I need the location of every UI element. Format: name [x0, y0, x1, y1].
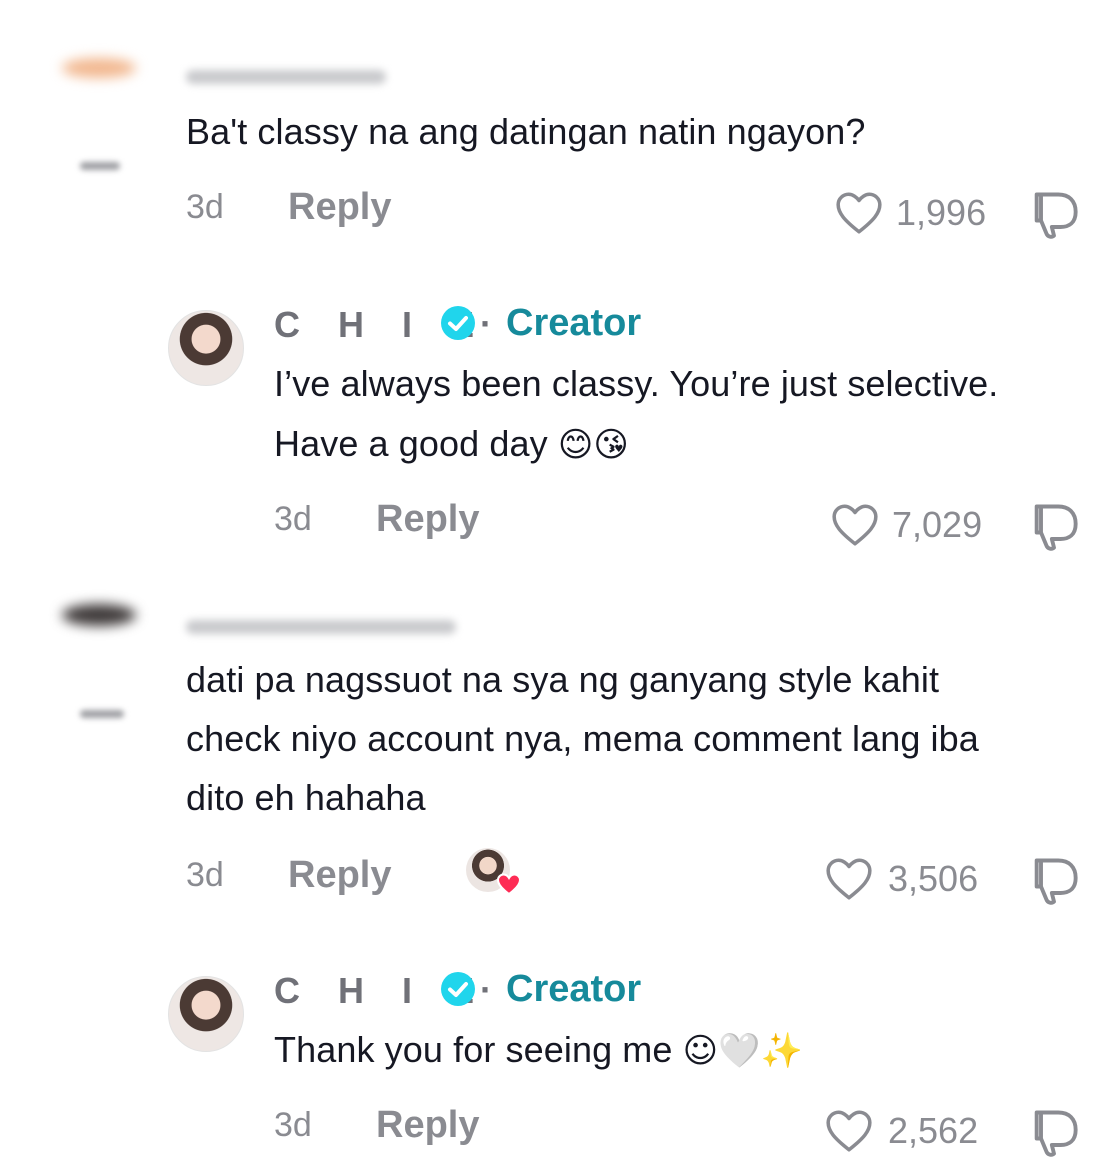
thumbs-down-icon[interactable]: [1028, 854, 1080, 906]
reply-button[interactable]: Reply: [288, 186, 391, 229]
heart-outline-icon[interactable]: [834, 190, 884, 236]
comment-text-line-2: check niyo account nya, mema comment lan…: [186, 718, 979, 759]
user-avatar-detail: [80, 710, 124, 718]
heart-outline-icon[interactable]: [824, 1108, 874, 1154]
thumbs-down-icon[interactable]: [1028, 188, 1080, 240]
username[interactable]: [186, 70, 386, 84]
user-avatar[interactable]: [62, 58, 136, 78]
comment-time: 3d: [186, 856, 224, 894]
comment-text-line-3: dito eh hahaha: [186, 777, 426, 818]
creator-badge: Creator: [506, 968, 642, 1010]
thumbs-down-icon[interactable]: [1028, 500, 1080, 552]
creator-avatar[interactable]: [168, 976, 244, 1052]
comment-text-line-1: dati pa nagssuot na sya ng ganyang style…: [186, 659, 940, 700]
creator-badge: Creator: [506, 302, 642, 344]
comment-time: 3d: [186, 188, 224, 226]
username[interactable]: [186, 620, 456, 634]
reply-button[interactable]: Reply: [376, 498, 479, 541]
thumbs-down-icon[interactable]: [1028, 1106, 1080, 1158]
creator-liked-heart-icon: [496, 873, 522, 896]
separator-dot: ·: [480, 969, 492, 1010]
like-count: 7,029: [892, 504, 983, 545]
like-count: 1,996: [896, 192, 987, 233]
separator-dot: ·: [480, 303, 492, 344]
user-avatar-detail: [80, 162, 120, 170]
reply-button[interactable]: Reply: [288, 854, 391, 897]
comment-time: 3d: [274, 1106, 312, 1144]
reply-button[interactable]: Reply: [376, 1104, 479, 1147]
comment-text-line-2: Have a good day 😊😘: [274, 414, 629, 475]
verified-check-icon: [441, 972, 475, 1006]
comment-text: Ba't classy na ang datingan natin ngayon…: [186, 111, 866, 152]
blush-heart-sparkle-emojis: ☺🤍✨: [682, 1031, 804, 1071]
comment-text-line-2-text: Have a good day: [274, 423, 548, 464]
verified-check-icon: [441, 306, 475, 340]
user-avatar[interactable]: [62, 604, 136, 626]
smile-kiss-emojis: 😊😘: [557, 425, 629, 465]
like-count: 2,562: [888, 1110, 979, 1151]
heart-outline-icon[interactable]: [830, 502, 880, 548]
creator-avatar[interactable]: [168, 310, 244, 386]
like-count: 3,506: [888, 858, 979, 899]
comment-text: Thank you for seeing me ☺🤍✨: [274, 1020, 803, 1081]
comment-text-content: Thank you for seeing me: [274, 1029, 673, 1070]
comment-time: 3d: [274, 500, 312, 538]
comment-text-line-1: I’ve always been classy. You’re just sel…: [274, 363, 999, 404]
heart-outline-icon[interactable]: [824, 856, 874, 902]
